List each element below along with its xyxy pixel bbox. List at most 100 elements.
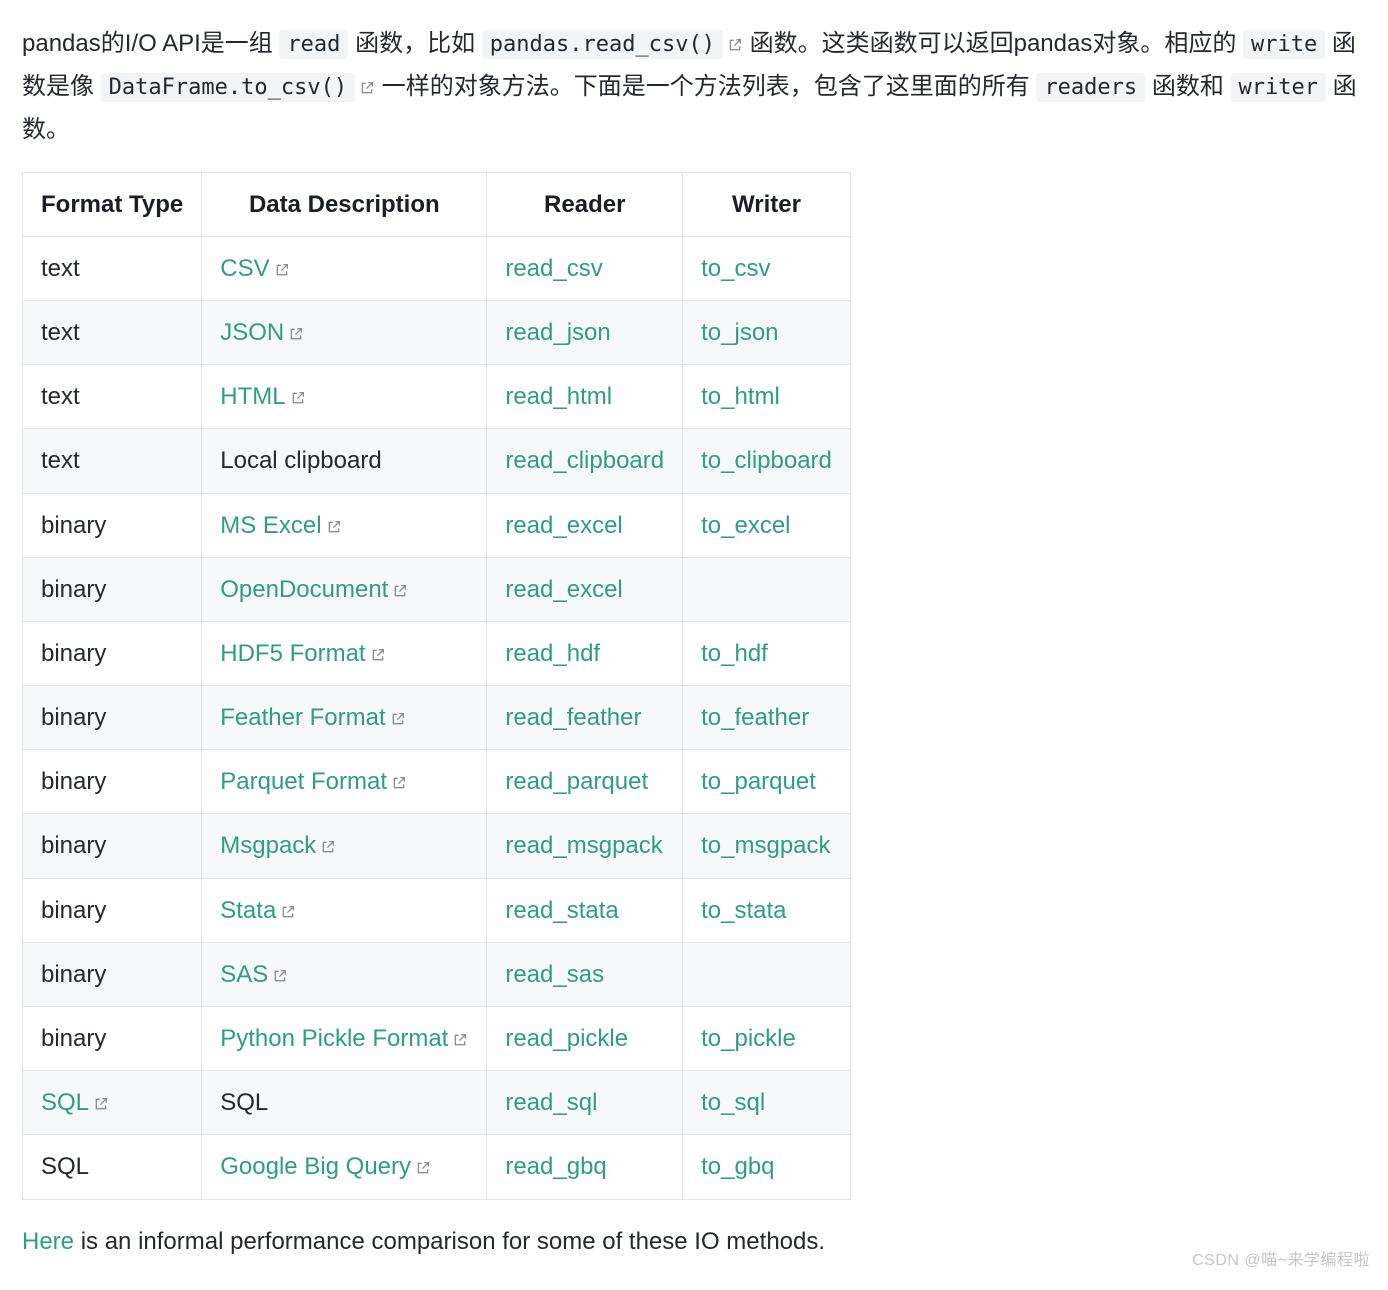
external-link-icon (359, 80, 375, 96)
reader-link[interactable]: read_parquet (505, 768, 648, 795)
reader-link[interactable]: read_excel (505, 512, 622, 539)
cell-reader: read_stata (487, 878, 683, 942)
cell-data-description: Parquet Format (202, 750, 487, 814)
data-description-link[interactable]: Feather Format (220, 704, 405, 731)
cell-format-type: binary (23, 621, 202, 685)
reader-link[interactable]: read_hdf (505, 640, 600, 667)
writer-link[interactable]: to_json (701, 319, 778, 346)
reader-link[interactable]: read_sas (505, 961, 604, 988)
cell-writer (683, 557, 851, 621)
code-writer: writer (1231, 73, 1326, 102)
intro-paragraph: pandas的I/O API是一组 read 函数，比如 pandas.read… (22, 22, 1366, 152)
external-link-icon (370, 647, 386, 663)
reader-link[interactable]: read_html (505, 383, 612, 410)
writer-link[interactable]: to_sql (701, 1089, 765, 1116)
external-link-icon (326, 519, 342, 535)
writer-link[interactable]: to_gbq (701, 1153, 774, 1180)
cell-writer: to_stata (683, 878, 851, 942)
data-description-link[interactable]: OpenDocument (220, 576, 408, 603)
format-type-link[interactable]: SQL (41, 1089, 109, 1116)
writer-link[interactable]: to_csv (701, 255, 770, 282)
th-data-description: Data Description (202, 172, 487, 236)
reader-link[interactable]: read_json (505, 319, 610, 346)
table-row: binaryMsgpackread_msgpackto_msgpack (23, 814, 851, 878)
writer-link[interactable]: to_msgpack (701, 832, 830, 859)
cell-reader: read_excel (487, 557, 683, 621)
reader-link[interactable]: read_csv (505, 255, 602, 282)
writer-link[interactable]: to_stata (701, 897, 786, 924)
reader-link[interactable]: read_stata (505, 897, 618, 924)
table-row: binarySASread_sas (23, 942, 851, 1006)
external-link-icon (392, 583, 408, 599)
reader-link[interactable]: read_sql (505, 1089, 597, 1116)
cell-data-description: HDF5 Format (202, 621, 487, 685)
table-row: text JSON read_json to_json (23, 300, 851, 364)
external-link-icon (390, 711, 406, 727)
reader-link[interactable]: read_msgpack (505, 832, 662, 859)
cell-data-description: SAS (202, 942, 487, 1006)
cell-reader: read_gbq (487, 1135, 683, 1199)
reader-link[interactable]: read_feather (505, 704, 641, 731)
writer-link[interactable]: to_excel (701, 512, 790, 539)
data-description-link[interactable]: HTML (220, 383, 305, 410)
cell-reader: read_pickle (487, 1007, 683, 1071)
cell-format-type: text (23, 365, 202, 429)
code-readers: readers (1036, 73, 1145, 102)
cell-format-type: SQL (23, 1135, 202, 1199)
table-row: binaryMS Excelread_excelto_excel (23, 493, 851, 557)
footer-paragraph: Here is an informal performance comparis… (22, 1220, 1366, 1263)
link-read-csv[interactable]: pandas.read_csv() (482, 30, 743, 57)
writer-link[interactable]: to_feather (701, 704, 809, 731)
code-to-csv: DataFrame.to_csv() (101, 73, 355, 102)
cell-writer: to_excel (683, 493, 851, 557)
cell-data-description: Google Big Query (202, 1135, 487, 1199)
writer-link[interactable]: to_hdf (701, 640, 768, 667)
writer-link[interactable]: to_pickle (701, 1025, 796, 1052)
reader-link[interactable]: read_excel (505, 576, 622, 603)
external-link-icon (727, 37, 743, 53)
writer-link[interactable]: to_clipboard (701, 447, 832, 474)
cell-format-type: text (23, 300, 202, 364)
cell-data-description: Python Pickle Format (202, 1007, 487, 1071)
reader-link[interactable]: read_gbq (505, 1153, 606, 1180)
data-description-link[interactable]: Python Pickle Format (220, 1025, 468, 1052)
data-description-link[interactable]: JSON (220, 319, 304, 346)
intro-text: 函数和 (1152, 73, 1231, 100)
external-link-icon (93, 1096, 109, 1112)
writer-link[interactable]: to_parquet (701, 768, 816, 795)
intro-text: 一样的对象方法。下面是一个方法列表，包含了这里面的所有 (382, 73, 1037, 100)
cell-reader: read_msgpack (487, 814, 683, 878)
cell-writer: to_msgpack (683, 814, 851, 878)
cell-writer: to_clipboard (683, 429, 851, 493)
cell-writer: to_csv (683, 236, 851, 300)
data-description-link[interactable]: CSV (220, 255, 289, 282)
data-description-link[interactable]: Parquet Format (220, 768, 407, 795)
cell-data-description: Feather Format (202, 686, 487, 750)
th-format-type: Format Type (23, 172, 202, 236)
cell-format-type: binary (23, 557, 202, 621)
data-description-link[interactable]: Msgpack (220, 832, 336, 859)
data-description-link[interactable]: Stata (220, 897, 296, 924)
table-row: SQL Google Big Query read_gbq to_gbq (23, 1135, 851, 1199)
data-description-link[interactable]: HDF5 Format (220, 640, 385, 667)
cell-reader: read_json (487, 300, 683, 364)
external-link-icon (280, 904, 296, 920)
writer-link[interactable]: to_html (701, 383, 780, 410)
external-link-icon (452, 1032, 468, 1048)
link-here[interactable]: Here (22, 1228, 74, 1255)
reader-link[interactable]: read_pickle (505, 1025, 628, 1052)
cell-format-type: binary (23, 750, 202, 814)
link-to-csv[interactable]: DataFrame.to_csv() (101, 73, 375, 100)
reader-link[interactable]: read_clipboard (505, 447, 664, 474)
cell-format-type: binary (23, 686, 202, 750)
data-description-link[interactable]: Google Big Query (220, 1153, 431, 1180)
external-link-icon (274, 262, 290, 278)
footer-text: is an informal performance comparison fo… (74, 1228, 825, 1255)
cell-data-description: Msgpack (202, 814, 487, 878)
table-row: text HTML read_html to_html (23, 365, 851, 429)
intro-text: pandas的I/O API是一组 (22, 30, 279, 57)
data-description-link[interactable]: SAS (220, 961, 288, 988)
external-link-icon (320, 839, 336, 855)
table-row: textCSVread_csvto_csv (23, 236, 851, 300)
data-description-link[interactable]: MS Excel (220, 512, 341, 539)
